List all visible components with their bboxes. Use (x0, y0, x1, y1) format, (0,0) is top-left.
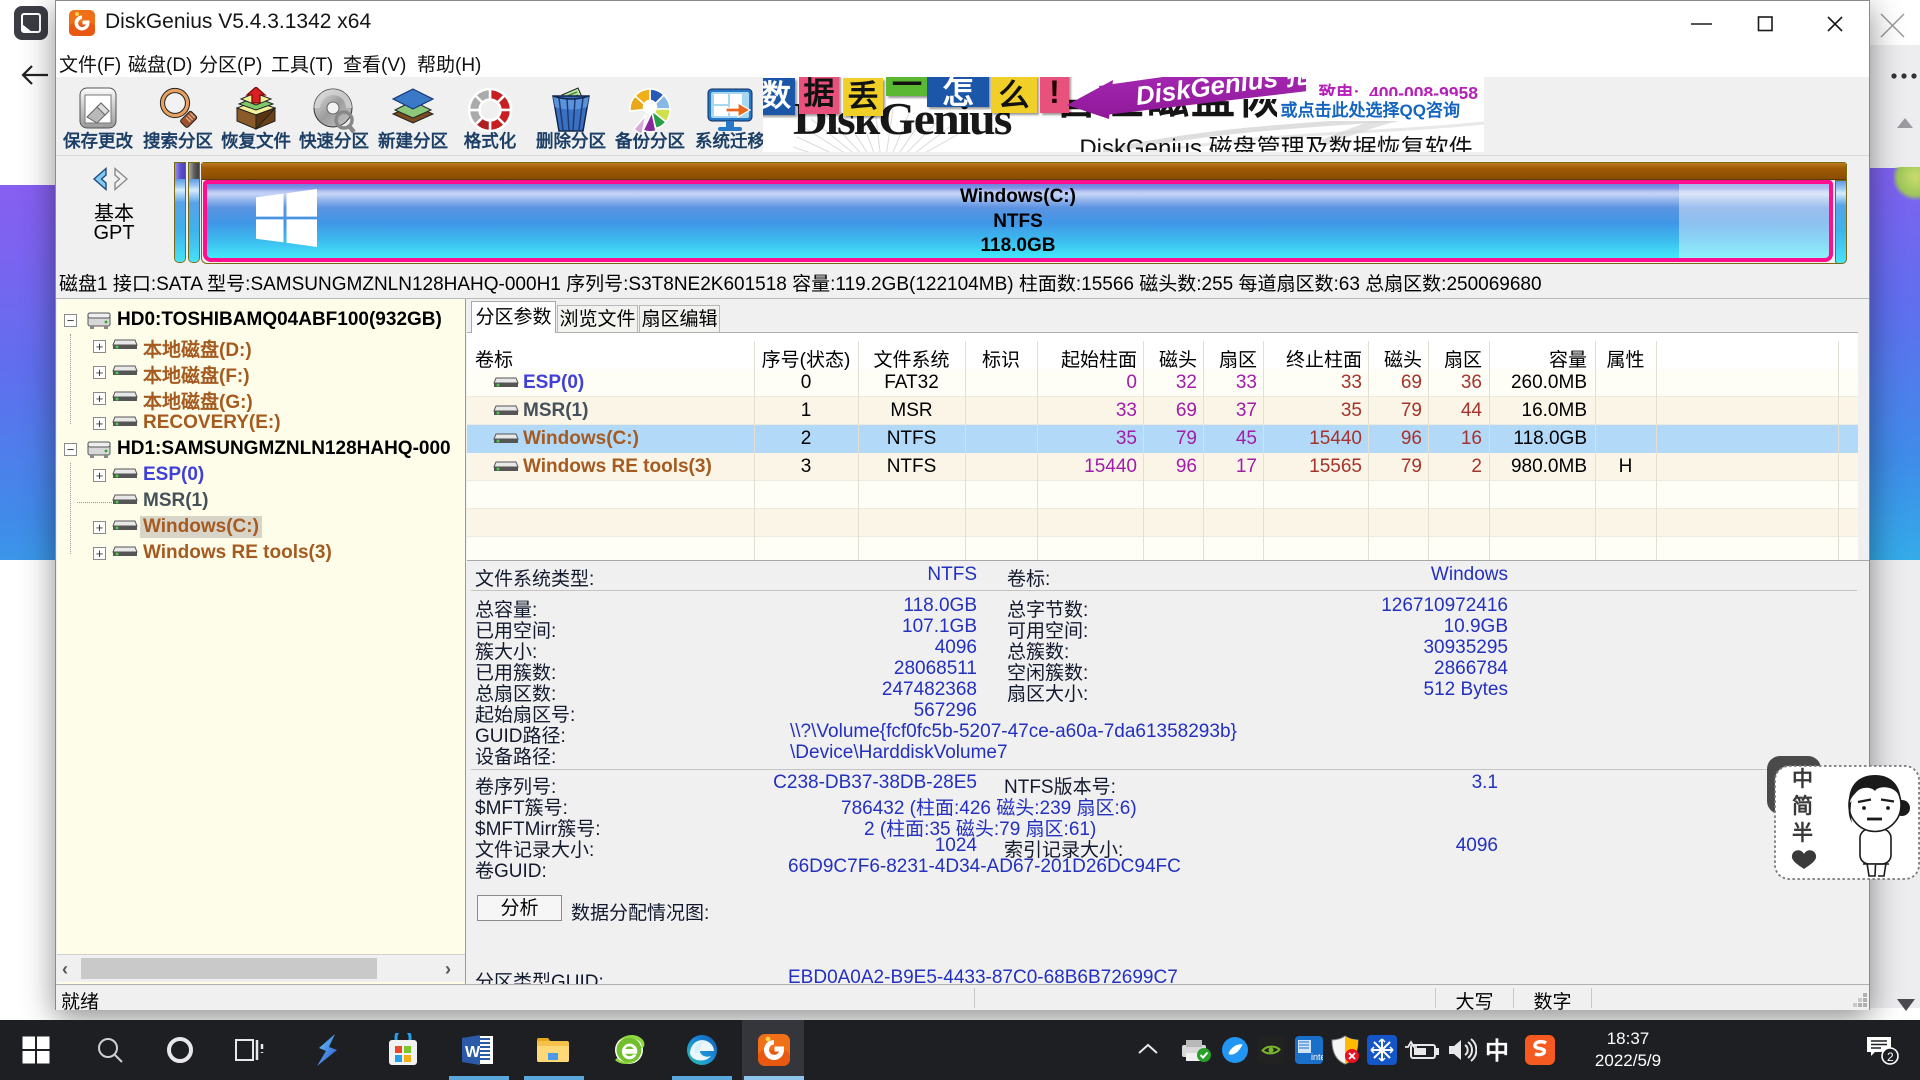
svg-text:W: W (465, 1044, 481, 1061)
svg-text:中: 中 (1485, 1038, 1509, 1064)
svg-text:中: 中 (1792, 768, 1813, 791)
svg-text:2: 2 (1887, 1050, 1894, 1064)
svg-text:半: 半 (1792, 821, 1813, 845)
svg-text:简: 简 (1792, 794, 1813, 818)
